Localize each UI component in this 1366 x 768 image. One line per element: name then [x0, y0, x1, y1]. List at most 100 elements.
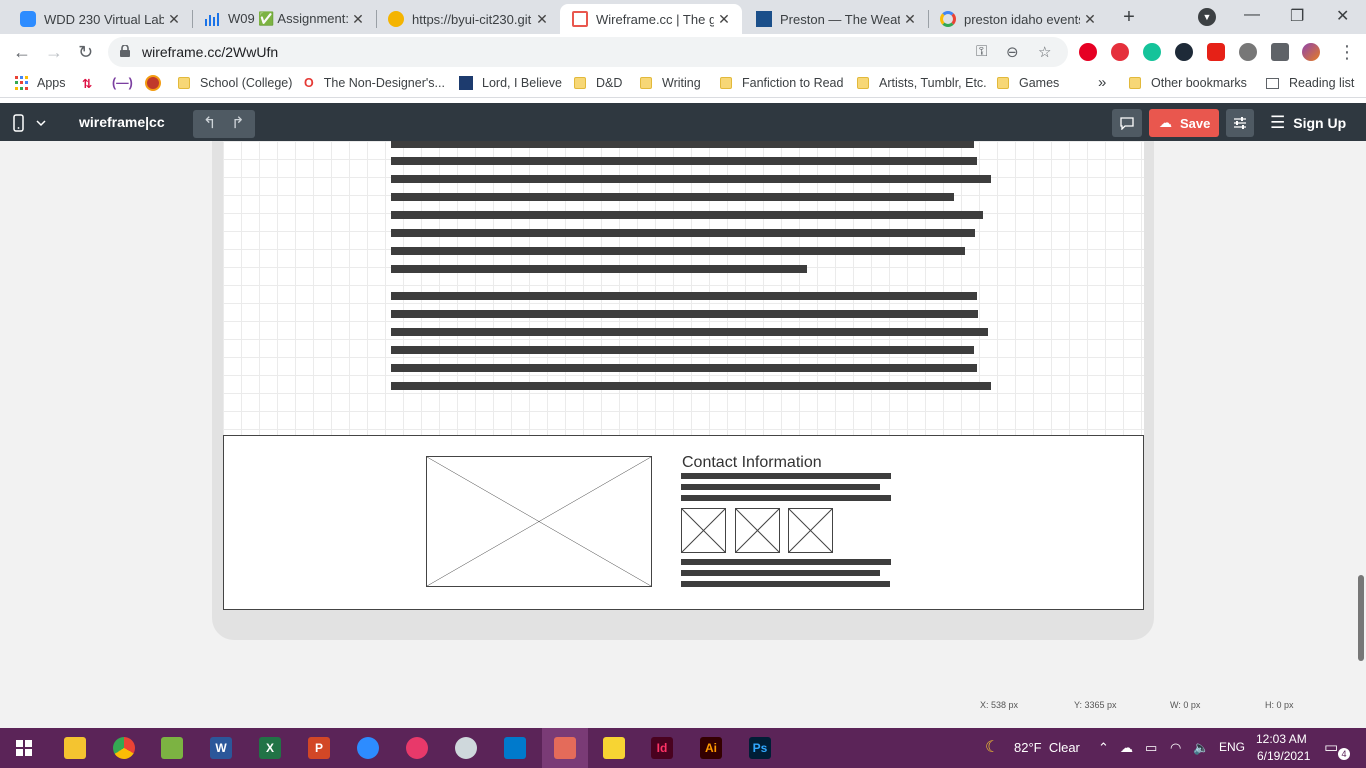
text-line[interactable]	[681, 570, 880, 576]
device-mobile-icon[interactable]	[13, 114, 47, 132]
close-tab-icon[interactable]: ✕	[164, 11, 184, 28]
vscode-icon[interactable]	[504, 737, 526, 759]
file-explorer-icon[interactable]	[64, 737, 86, 759]
address-bar[interactable]: wireframe.cc/2WwUfn ⚿ ⊖ ☆	[108, 37, 1068, 67]
creative-cloud-icon[interactable]	[406, 737, 428, 759]
extensions-puzzle-icon[interactable]	[1271, 43, 1289, 61]
close-tab-icon[interactable]: ✕	[1080, 11, 1100, 28]
text-line[interactable]	[391, 211, 983, 219]
bookmark-icon-arrows[interactable]: ⇅	[82, 76, 92, 91]
text-line[interactable]	[391, 141, 974, 148]
tab-wireframe-cc[interactable]: Wireframe.cc | The go ✕	[560, 4, 742, 34]
key-icon[interactable]: ⚿	[976, 43, 987, 60]
text-line[interactable]	[681, 559, 891, 565]
social-icon-placeholder[interactable]	[788, 508, 833, 553]
grammarly-extension-icon[interactable]	[1143, 43, 1161, 61]
word-icon[interactable]: W	[210, 737, 232, 759]
bookmark-games[interactable]: Games	[997, 76, 1059, 90]
undo-icon[interactable]: ↰	[203, 113, 216, 133]
text-line[interactable]	[391, 310, 978, 318]
canvas-scrollbar[interactable]	[1358, 575, 1364, 661]
powerpoint-icon[interactable]: P	[308, 737, 330, 759]
close-tab-icon[interactable]: ✕	[348, 11, 368, 28]
menu-kebab-icon[interactable]: ⋮	[1338, 42, 1356, 63]
reading-list-button[interactable]: Reading list	[1266, 76, 1354, 90]
contact-heading[interactable]: Contact Information	[682, 454, 822, 472]
forward-button[interactable]: →	[45, 42, 63, 63]
text-line[interactable]	[391, 175, 991, 183]
pinterest-extension-icon[interactable]	[1079, 43, 1097, 61]
paint-icon[interactable]	[455, 737, 477, 759]
language-indicator[interactable]: ENG	[1219, 740, 1245, 754]
settings-extension-icon[interactable]	[1239, 43, 1257, 61]
chrome-icon[interactable]	[113, 737, 135, 759]
sticky-notes-icon[interactable]	[603, 737, 625, 759]
minimize-button[interactable]: —	[1244, 6, 1260, 24]
notepad-icon[interactable]	[161, 737, 183, 759]
zoom-app-icon[interactable]	[357, 737, 379, 759]
wireframe-logo[interactable]: wireframe|cc	[79, 114, 165, 130]
back-button[interactable]: ←	[13, 42, 31, 63]
text-line[interactable]	[391, 364, 977, 372]
text-line[interactable]	[391, 193, 954, 201]
bookmark-icon-brackets[interactable]: (—)	[112, 76, 133, 90]
onedrive-icon[interactable]: ☁	[1120, 740, 1133, 756]
redo-icon[interactable]: ↱	[231, 113, 244, 133]
bookmarks-overflow-button[interactable]: »	[1098, 74, 1106, 91]
restore-button[interactable]: ❐	[1290, 6, 1304, 26]
image-placeholder[interactable]	[426, 456, 652, 587]
photoshop-icon[interactable]: Ps	[749, 737, 771, 759]
close-tab-icon[interactable]: ✕	[714, 11, 734, 28]
new-tab-button[interactable]: +	[1116, 5, 1142, 31]
bookmark-icon-badge[interactable]	[145, 75, 161, 91]
close-tab-icon[interactable]: ✕	[900, 11, 920, 28]
bookmark-apps[interactable]: Apps	[15, 76, 66, 90]
notifications-icon[interactable]: ▭	[1324, 738, 1338, 756]
youtube-extension-icon[interactable]	[1207, 43, 1225, 61]
profile-avatar[interactable]	[1302, 43, 1320, 61]
wifi-icon[interactable]: ◠	[1170, 740, 1181, 756]
bookmark-non-designers[interactable]: O The Non-Designer's...	[304, 76, 445, 90]
bookmark-lord-i-believe[interactable]: Lord, I Believe	[459, 76, 562, 90]
settings-sliders-button[interactable]	[1226, 109, 1254, 137]
bookmark-other-bookmarks[interactable]: Other bookmarks	[1129, 76, 1247, 90]
text-line[interactable]	[681, 473, 891, 479]
text-line[interactable]	[681, 495, 891, 501]
moon-weather-icon[interactable]: ☾	[985, 737, 999, 757]
tray-chevron-icon[interactable]: ⌃	[1098, 740, 1109, 756]
illustrator-icon[interactable]: Ai	[700, 737, 722, 759]
bookmark-star-icon[interactable]: ☆	[1038, 43, 1051, 61]
text-line[interactable]	[391, 229, 975, 237]
text-line[interactable]	[391, 265, 807, 273]
social-icon-placeholder[interactable]	[735, 508, 780, 553]
text-line[interactable]	[391, 328, 988, 336]
weather-text[interactable]: 82°F Clear	[1014, 740, 1080, 755]
clock-time[interactable]: 12:03 AM	[1256, 732, 1307, 746]
tab-wdd230[interactable]: WDD 230 Virtual Lab - ✕	[8, 4, 192, 34]
bookmark-writing[interactable]: Writing	[640, 76, 701, 90]
zoom-out-icon[interactable]: ⊖	[1006, 43, 1019, 61]
tab-google-search[interactable]: preston idaho events ✕	[928, 4, 1108, 34]
tab-byui-github[interactable]: https://byui-cit230.git ✕	[376, 4, 560, 34]
adblock-extension-icon[interactable]	[1111, 43, 1129, 61]
timer-extension-icon[interactable]	[1175, 43, 1193, 61]
save-button[interactable]: ☁ Save	[1149, 109, 1219, 137]
text-line[interactable]	[391, 157, 977, 165]
signup-menu[interactable]: ☰ Sign Up	[1270, 113, 1346, 133]
tab-w09-assignment[interactable]: W09 ✅ Assignment: T ✕	[192, 4, 376, 34]
comment-button[interactable]	[1112, 109, 1142, 137]
text-line[interactable]	[391, 292, 977, 300]
indesign-icon[interactable]: Id	[651, 737, 673, 759]
bookmark-artists-tumblr[interactable]: Artists, Tumblr, Etc.	[857, 76, 987, 90]
clock-date[interactable]: 6/19/2021	[1257, 749, 1310, 763]
text-line[interactable]	[681, 581, 890, 587]
battery-icon[interactable]: ▭	[1145, 740, 1157, 756]
tab-search-icon[interactable]: ▼	[1198, 8, 1216, 26]
text-line[interactable]	[391, 346, 974, 354]
text-line[interactable]	[391, 247, 965, 255]
text-line[interactable]	[391, 382, 991, 390]
excel-icon[interactable]: X	[259, 737, 281, 759]
footer-section[interactable]: Contact Information	[223, 435, 1144, 610]
reload-button[interactable]: ↻	[78, 42, 93, 63]
text-line[interactable]	[681, 484, 880, 490]
